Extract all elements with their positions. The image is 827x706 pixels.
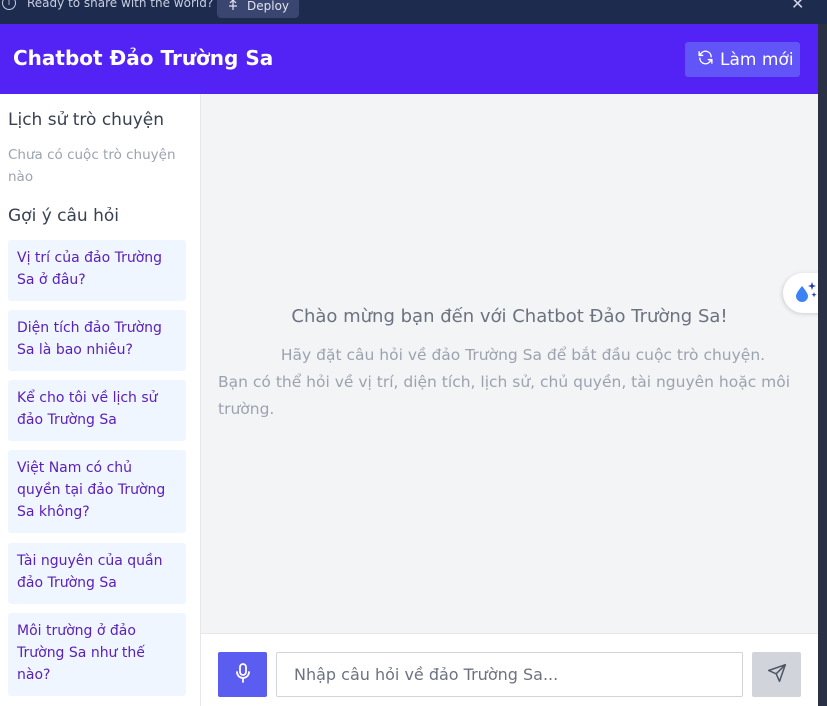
deploy-label: Deploy (247, 0, 290, 13)
deploy-button[interactable]: Deploy (217, 0, 299, 18)
streamlit-deploy-bar: i Ready to share with the world? Deploy … (0, 0, 827, 24)
close-icon[interactable]: ✕ (791, 0, 804, 13)
refresh-label: Làm mới (720, 49, 794, 70)
suggestion-item[interactable]: Kể cho tôi về lịch sử đảo Trường Sa (8, 380, 186, 441)
refresh-button[interactable]: Làm mới (685, 42, 800, 77)
suggestion-item[interactable]: Vị trí của đảo Trường Sa ở đâu? (8, 240, 186, 301)
right-edge-panel (818, 24, 827, 706)
sparkle-icon (792, 280, 818, 306)
suggestion-item[interactable]: Diện tích đảo Trường Sa là bao nhiêu? (8, 310, 186, 371)
welcome-title: Chào mừng bạn đến với Chatbot Đảo Trường… (291, 306, 728, 327)
welcome-subtitle: Hãy đặt câu hỏi về đảo Trường Sa để bắt … (218, 342, 808, 423)
deploy-icon (227, 0, 239, 14)
refresh-icon (697, 49, 714, 71)
app-header: Chatbot Đảo Trường Sa Làm mới (0, 24, 818, 94)
welcome-line-1: Hãy đặt câu hỏi về đảo Trường Sa để bắt … (280, 346, 766, 364)
suggestion-item[interactable]: Tài nguyên của quần đảo Trường Sa (8, 543, 186, 604)
microphone-icon (234, 662, 252, 687)
suggest-title: Gợi ý câu hỏi (8, 206, 120, 226)
welcome-line-2: Bạn có thể hỏi về vị trí, diện tích, lịc… (218, 373, 791, 418)
ready-text: Ready to share with the world? (27, 0, 214, 10)
suggestion-item[interactable]: Môi trường ở đảo Trường Sa như thế nào? (8, 613, 186, 696)
chat-area: Chào mừng bạn đến với Chatbot Đảo Trường… (201, 94, 818, 633)
history-empty-text: Chưa có cuộc trò chuyện nào (8, 147, 176, 185)
send-icon (767, 663, 787, 687)
info-icon: i (2, 0, 16, 10)
sidebar: Lịch sử trò chuyện Chưa có cuộc trò chuy… (0, 94, 201, 706)
history-title: Lịch sử trò chuyện (8, 110, 165, 130)
send-button[interactable] (752, 652, 801, 697)
mic-button[interactable] (218, 652, 267, 697)
input-bar (201, 633, 818, 706)
question-input[interactable] (276, 652, 743, 697)
app-title: Chatbot Đảo Trường Sa (13, 46, 274, 70)
suggestion-item[interactable]: Việt Nam có chủ quyền tại đảo Trường Sa … (8, 450, 186, 533)
